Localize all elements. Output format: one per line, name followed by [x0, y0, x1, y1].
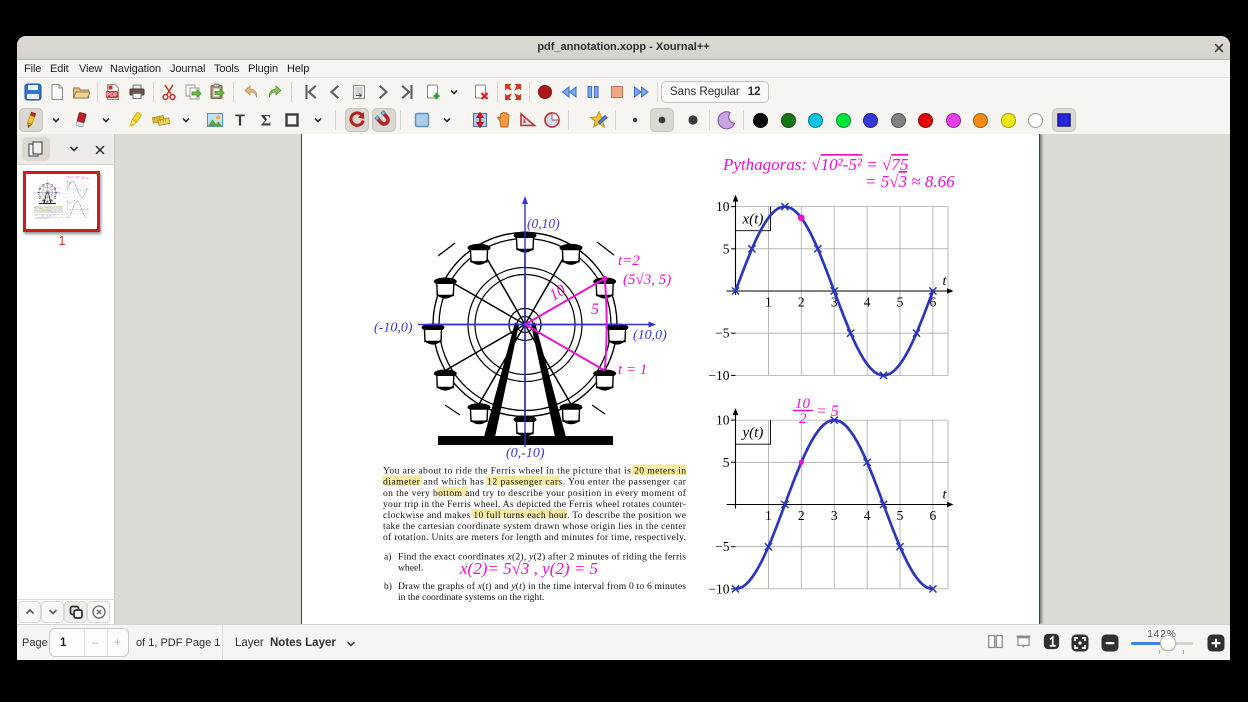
svg-text:Σ: Σ: [261, 113, 271, 130]
svg-text:PDF: PDF: [107, 93, 119, 99]
svg-text:T: T: [235, 113, 245, 130]
